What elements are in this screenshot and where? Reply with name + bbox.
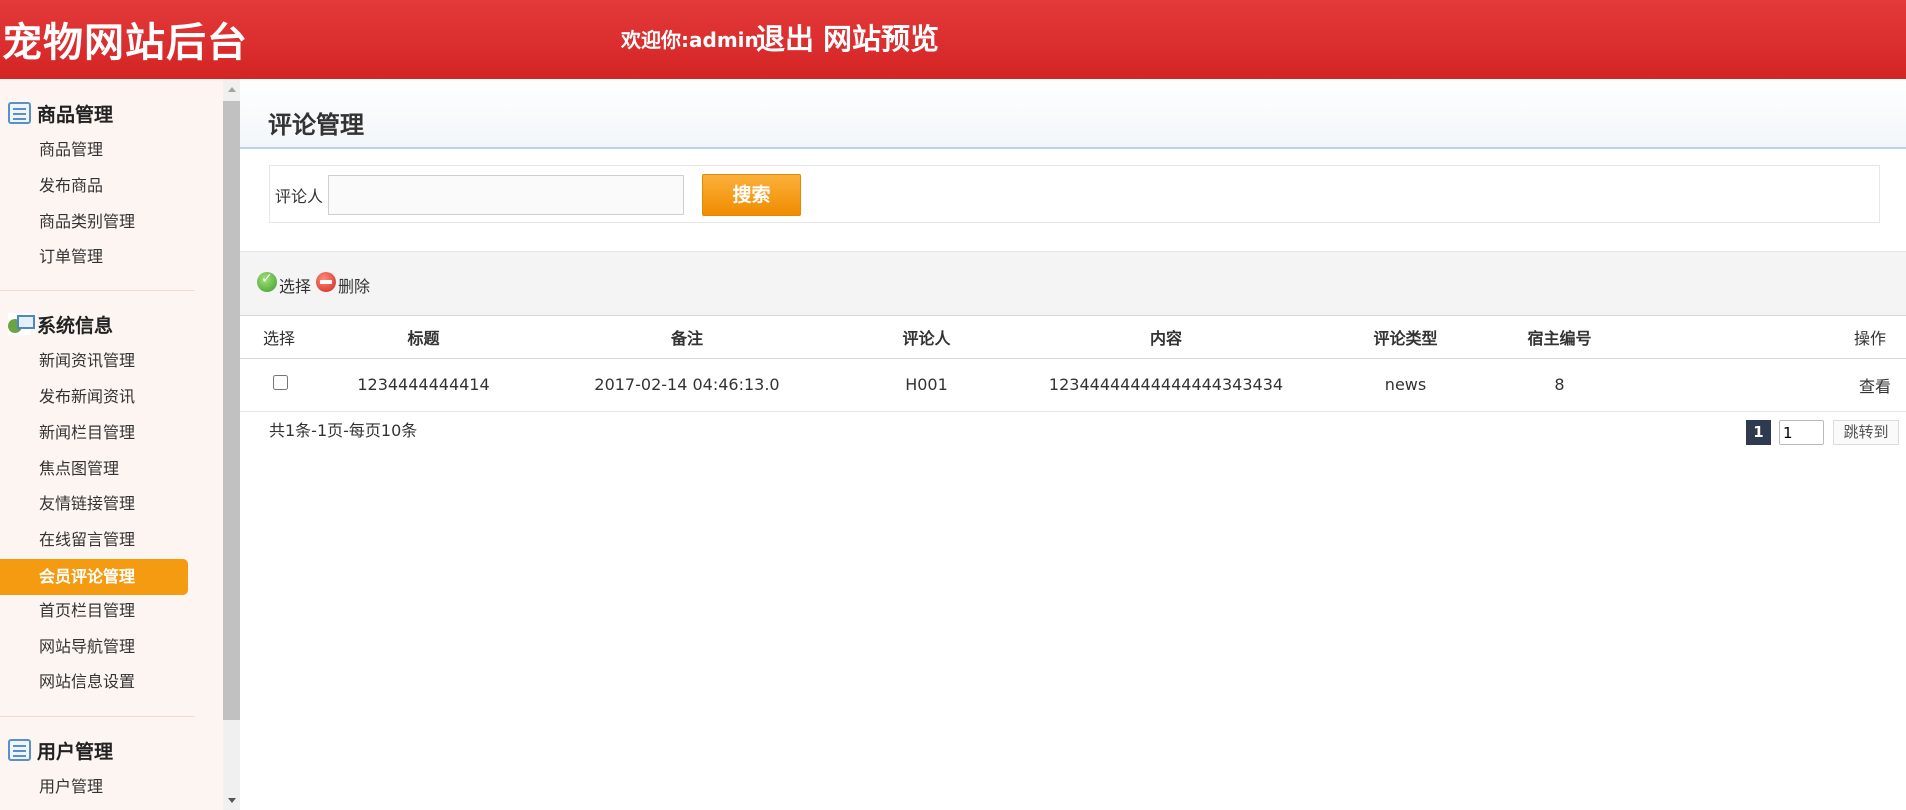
- sidebar-item-news-manage[interactable]: 新闻资讯管理: [0, 343, 188, 379]
- sidebar-item-goods-category[interactable]: 商品类别管理: [0, 204, 188, 240]
- minus-circle-icon: [316, 272, 336, 292]
- sidebar-item-friend-links[interactable]: 友情链接管理: [0, 486, 188, 522]
- sidebar-group-title: 商品管理: [37, 103, 114, 126]
- select-label: 选择: [279, 277, 312, 296]
- delete-button[interactable]: 删除: [316, 272, 371, 297]
- cell-content: 12344444444444444343434: [1009, 358, 1323, 412]
- sidebar: 商品管理 商品管理 发布商品 商品类别管理 订单管理 系统信息 新闻资讯管理 发…: [0, 79, 223, 810]
- cell-type: news: [1323, 358, 1488, 412]
- cell-host-id: 8: [1488, 358, 1631, 412]
- row-action-cell: 查看: [1631, 358, 1906, 412]
- document-list-icon: [8, 739, 31, 761]
- site-preview-link[interactable]: 网站预览: [823, 16, 939, 58]
- sidebar-item-news-columns[interactable]: 新闻栏目管理: [0, 415, 188, 451]
- sidebar-item-home-columns[interactable]: 首页栏目管理: [0, 593, 188, 629]
- sidebar-item-orders[interactable]: 订单管理: [0, 239, 188, 275]
- sidebar-item-member-comments[interactable]: 会员评论管理: [0, 559, 188, 595]
- commenter-search-input[interactable]: [328, 175, 684, 215]
- column-header-action: 操作: [1631, 316, 1906, 359]
- column-header-commenter: 评论人: [844, 316, 1009, 359]
- site-title: 宠物网站后台: [2, 20, 248, 66]
- sidebar-item-user-manage[interactable]: 用户管理: [0, 769, 188, 805]
- sidebar-divider: [0, 290, 195, 291]
- sidebar-item-goods-manage[interactable]: 商品管理: [0, 132, 188, 168]
- row-checkbox[interactable]: [273, 375, 288, 390]
- column-header-remark: 备注: [530, 316, 844, 359]
- sidebar-group-system[interactable]: 系统信息: [8, 310, 113, 338]
- sidebar-group-users[interactable]: 用户管理: [8, 736, 113, 764]
- cell-remark: 2017-02-14 04:46:13.0: [530, 358, 844, 412]
- scroll-down-arrow-icon[interactable]: [223, 790, 240, 810]
- welcome-text: 欢迎你:admin: [621, 24, 759, 53]
- sidebar-group-goods[interactable]: 商品管理: [8, 99, 113, 127]
- search-button[interactable]: 搜索: [702, 174, 801, 216]
- top-header: 宠物网站后台 欢迎你:admin 退出 网站预览: [0, 0, 1906, 79]
- sidebar-item-publish-goods[interactable]: 发布商品: [0, 168, 188, 204]
- column-header-type: 评论类型: [1323, 316, 1488, 359]
- search-panel: 评论人 搜索: [269, 165, 1880, 223]
- table-header-row: 选择 标题 备注 评论人 内容 评论类型 宿主编号 操作: [240, 316, 1906, 359]
- document-list-icon: [8, 102, 31, 124]
- table-toolbar: 选择 删除: [240, 251, 1906, 316]
- system-info-icon: [8, 313, 35, 335]
- column-header-title: 标题: [317, 316, 530, 359]
- main-content: 评论管理 评论人 搜索 选择 删除 选择 标题 备注 评论人 内容 评论: [240, 79, 1906, 810]
- sidebar-scroll-thumb[interactable]: [223, 101, 240, 720]
- logout-link[interactable]: 退出: [756, 16, 814, 58]
- cell-title: 1234444444414: [317, 358, 530, 412]
- sidebar-item-site-nav[interactable]: 网站导航管理: [0, 629, 188, 665]
- sidebar-divider: [0, 716, 195, 717]
- sidebar-item-messages[interactable]: 在线留言管理: [0, 522, 188, 558]
- jump-to-page-button[interactable]: 跳转到: [1833, 420, 1899, 445]
- sidebar-item-focus-images[interactable]: 焦点图管理: [0, 451, 188, 487]
- pager-summary: 共1条-1页-每页10条: [269, 421, 418, 440]
- cell-commenter: H001: [844, 358, 1009, 412]
- column-header-content: 内容: [1009, 316, 1323, 359]
- page-number-current[interactable]: 1: [1746, 420, 1771, 445]
- sidebar-group-title: 系统信息: [37, 314, 114, 337]
- page-title-bar: 评论管理: [240, 79, 1906, 149]
- select-button[interactable]: 选择: [257, 271, 312, 297]
- view-link[interactable]: 查看: [1859, 377, 1891, 396]
- page-jump-input[interactable]: [1779, 420, 1824, 445]
- sidebar-item-publish-news[interactable]: 发布新闻资讯: [0, 379, 188, 415]
- comments-table: 选择 标题 备注 评论人 内容 评论类型 宿主编号 操作 12344444444…: [240, 316, 1906, 412]
- scroll-up-arrow-icon[interactable]: [223, 79, 240, 99]
- page-title: 评论管理: [268, 111, 364, 139]
- username: admin: [689, 28, 759, 52]
- column-header-select: 选择: [240, 316, 317, 359]
- delete-label: 删除: [338, 277, 371, 296]
- welcome-prefix: 欢迎你:: [621, 28, 689, 52]
- table-row: 1234444444414 2017-02-14 04:46:13.0 H001…: [240, 358, 1906, 412]
- row-select-cell: [240, 358, 317, 412]
- search-label: 评论人: [275, 187, 324, 206]
- check-circle-icon: [257, 271, 277, 292]
- column-header-host-id: 宿主编号: [1488, 316, 1631, 359]
- sidebar-item-site-info[interactable]: 网站信息设置: [0, 664, 188, 700]
- sidebar-group-title: 用户管理: [37, 740, 114, 763]
